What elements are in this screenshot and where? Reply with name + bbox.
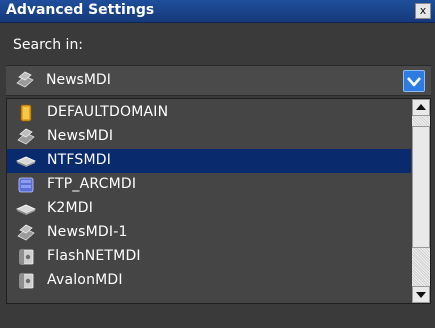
- list-item-label: FTP_ARCMDI: [47, 176, 137, 192]
- server-icon: [15, 71, 35, 89]
- list-item[interactable]: DEFAULTDOMAIN: [7, 101, 411, 125]
- list-item-label: FlashNETMDI: [47, 248, 141, 264]
- scroll-down-button[interactable]: [412, 286, 430, 303]
- list-item[interactable]: FTP_ARCMDI: [7, 173, 411, 197]
- dropdown-button[interactable]: [403, 70, 425, 92]
- archive-icon: [16, 176, 36, 194]
- search-in-label: Search in:: [13, 37, 84, 53]
- chevron-down-icon: [407, 77, 421, 87]
- list-item-label: NTFSMDI: [47, 152, 112, 168]
- list-item-label: NewsMDI: [47, 128, 114, 144]
- window-title: Advanced Settings: [6, 2, 155, 18]
- list-item-selected[interactable]: NTFSMDI: [7, 149, 411, 173]
- mdi-list[interactable]: DEFAULTDOMAIN NewsMDI NTFSMDI FTP_ARCMDI…: [6, 98, 431, 304]
- vertical-scrollbar[interactable]: [412, 99, 430, 303]
- list-item[interactable]: AvalonMDI: [7, 269, 411, 293]
- title-bar: Advanced Settings x: [0, 0, 435, 23]
- list-item[interactable]: NewsMDI-1: [7, 221, 411, 245]
- selected-location: NewsMDI: [46, 72, 111, 88]
- list-item[interactable]: NewsMDI: [7, 125, 411, 149]
- scroll-thumb[interactable]: [412, 126, 430, 248]
- list-item-label: DEFAULTDOMAIN: [47, 104, 169, 120]
- list-item[interactable]: K2MDI: [7, 197, 411, 221]
- server-icon: [16, 224, 36, 242]
- list-item-label: NewsMDI-1: [47, 224, 128, 240]
- list-item[interactable]: FlashNETMDI: [7, 245, 411, 269]
- device-icon: [16, 272, 36, 290]
- domain-icon: [16, 104, 36, 122]
- arrow-up-icon: [416, 104, 426, 110]
- device-icon: [16, 248, 36, 266]
- list-item-label: AvalonMDI: [47, 272, 123, 288]
- drive-icon: [16, 152, 36, 170]
- server-icon: [16, 128, 36, 146]
- arrow-down-icon: [416, 292, 426, 298]
- drive-icon: [16, 200, 36, 218]
- scroll-up-button[interactable]: [412, 99, 430, 116]
- close-button[interactable]: x: [415, 3, 431, 19]
- search-location-select[interactable]: NewsMDI: [6, 65, 431, 96]
- list-item-label: K2MDI: [47, 200, 94, 216]
